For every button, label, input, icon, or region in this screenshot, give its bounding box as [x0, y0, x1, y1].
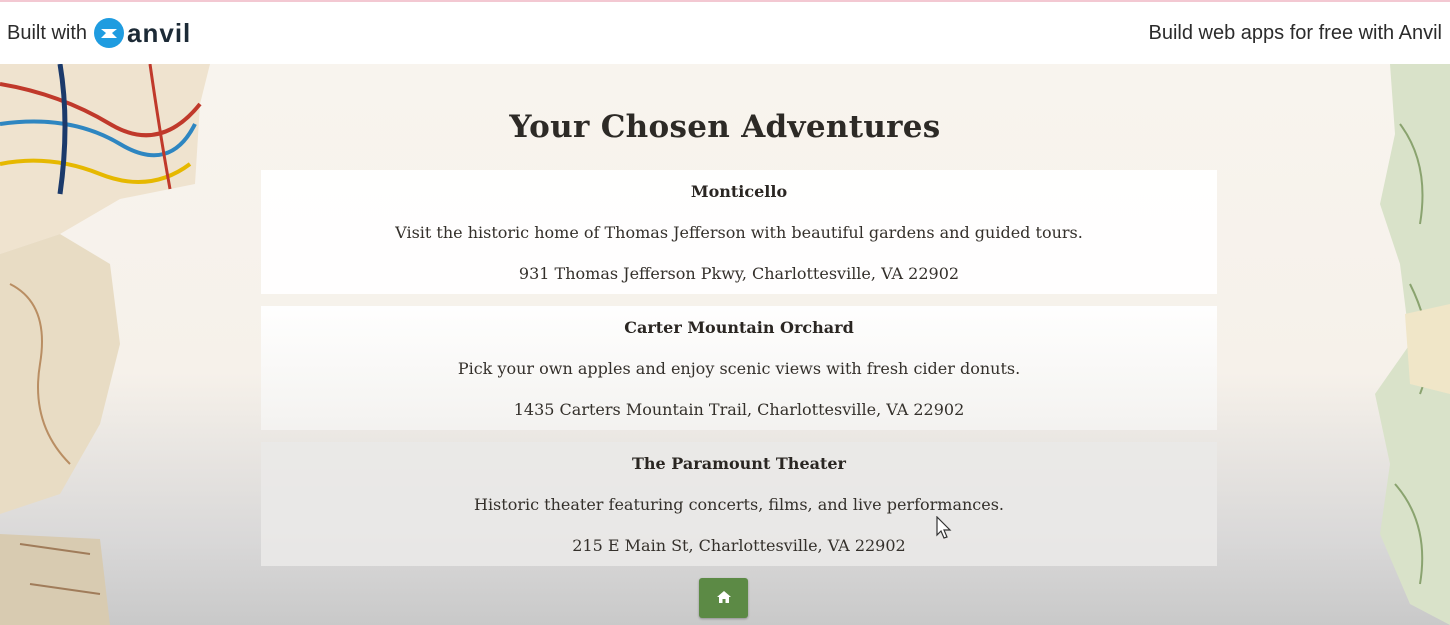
adventure-address: 215 E Main St, Charlottesville, VA 22902: [572, 536, 906, 555]
adventure-name: Carter Mountain Orchard: [624, 318, 854, 337]
adventure-card: Monticello Visit the historic home of Th…: [261, 170, 1217, 294]
built-with-label: Built with: [7, 21, 88, 44]
build-free-link[interactable]: Build web apps for free with Anvil: [1149, 22, 1443, 45]
anvil-wordmark: anvil: [127, 17, 192, 48]
page-title: Your Chosen Adventures: [509, 109, 941, 145]
home-icon: [716, 590, 732, 607]
anvil-logo-icon: [93, 17, 125, 49]
adventure-address: 1435 Carters Mountain Trail, Charlottesv…: [513, 400, 965, 419]
adventure-name: The Paramount Theater: [632, 454, 846, 473]
adventure-list: Monticello Visit the historic home of Th…: [261, 170, 1217, 578]
anvil-banner: Built with anvil Build web apps for free…: [0, 0, 1450, 64]
adventure-description: Historic theater featuring concerts, fil…: [473, 495, 1005, 514]
mouse-cursor-icon: [936, 516, 952, 539]
built-with-anvil[interactable]: Built with anvil: [7, 17, 191, 49]
map-collage-left: [0, 64, 210, 625]
adventure-description: Pick your own apples and enjoy scenic vi…: [457, 359, 1021, 378]
adventure-address: 931 Thomas Jefferson Pkwy, Charlottesvil…: [518, 264, 960, 283]
page-background: Your Chosen Adventures Monticello Visit …: [0, 64, 1450, 625]
adventure-description: Visit the historic home of Thomas Jeffer…: [395, 223, 1083, 242]
adventure-card: Carter Mountain Orchard Pick your own ap…: [261, 306, 1217, 430]
adventure-name: Monticello: [690, 182, 788, 201]
map-collage-right: [1375, 64, 1450, 625]
home-button[interactable]: [699, 578, 748, 618]
adventure-card: The Paramount Theater Historic theater f…: [261, 442, 1217, 566]
